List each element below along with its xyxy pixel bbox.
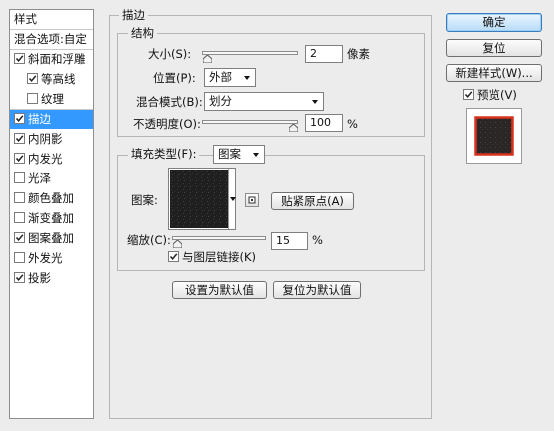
size-unit: 像素: [347, 47, 370, 61]
checkbox-icon[interactable]: [14, 192, 25, 204]
sidebar-item-label: 描边: [28, 111, 51, 126]
sidebar-item[interactable]: 颜色叠加: [10, 189, 93, 208]
preview-checkbox[interactable]: 预览(V): [463, 88, 517, 102]
reset-button[interactable]: 复位: [446, 39, 542, 57]
sidebar-item-label: 图案叠加: [28, 231, 74, 246]
checkbox-icon[interactable]: [14, 53, 25, 64]
sidebar-item-label: 外发光: [28, 251, 63, 265]
checkbox-icon: [168, 251, 179, 262]
blend-mode-select[interactable]: 划分: [204, 92, 324, 111]
position-select[interactable]: 外部: [204, 68, 256, 87]
opacity-label: 不透明度(O):: [133, 117, 201, 131]
make-default-button[interactable]: 设置为默认值: [172, 281, 267, 299]
checkbox-icon[interactable]: [14, 132, 25, 144]
link-with-layer-label: 与图层链接(K): [182, 250, 257, 264]
sidebar-item[interactable]: 光泽: [10, 169, 93, 188]
checkbox-icon[interactable]: [14, 212, 25, 224]
sidebar-item-label: 渐变叠加: [28, 211, 74, 226]
styles-header[interactable]: 样式: [10, 10, 93, 29]
size-slider-track[interactable]: [202, 51, 298, 55]
chevron-down-icon: [253, 153, 259, 157]
blending-options-item[interactable]: 混合选项:自定: [10, 30, 93, 49]
preview-label: 预览(V): [477, 88, 517, 102]
styles-panel: 样式 混合选项:自定 斜面和浮雕等高线纹理描边内阴影内发光光泽颜色叠加渐变叠加图…: [9, 9, 94, 419]
sidebar-item-label: 颜色叠加: [28, 191, 74, 206]
scale-slider-thumb[interactable]: [173, 240, 183, 248]
checkbox-icon[interactable]: [27, 92, 38, 104]
sidebar-item[interactable]: 描边: [10, 109, 93, 129]
blend-mode-label: 混合模式(B):: [136, 95, 203, 109]
new-preset-button[interactable]: [245, 193, 259, 207]
ok-button[interactable]: 确定: [446, 13, 542, 32]
new-style-button[interactable]: 新建样式(W)...: [446, 64, 542, 82]
checkbox-icon: [463, 89, 474, 100]
sidebar-item-label: 斜面和浮雕: [28, 52, 86, 66]
stroke-title: 描边: [119, 8, 148, 22]
scale-label: 缩放(C):: [127, 233, 171, 247]
blend-mode-value: 划分: [209, 94, 232, 108]
divider: [228, 169, 229, 229]
scale-input[interactable]: 15: [271, 232, 308, 250]
checkbox-icon[interactable]: [14, 152, 25, 164]
sidebar-item-label: 纹理: [41, 91, 64, 106]
sidebar-item[interactable]: 纹理: [10, 90, 93, 109]
fill-type-select[interactable]: 图案: [213, 145, 265, 164]
sidebar-item-label: 等高线: [41, 71, 76, 86]
position-label: 位置(P):: [153, 71, 196, 85]
opacity-slider-track[interactable]: [202, 120, 298, 124]
opacity-unit: %: [347, 117, 358, 131]
opacity-slider-thumb[interactable]: [289, 124, 298, 132]
position-value: 外部: [209, 70, 232, 84]
sidebar-item[interactable]: 内阴影: [10, 130, 93, 149]
chevron-down-icon: [244, 76, 250, 80]
chevron-down-icon: [312, 100, 318, 104]
sidebar-item[interactable]: 投影: [10, 269, 93, 288]
scale-unit: %: [312, 233, 323, 247]
checkbox-icon[interactable]: [14, 112, 25, 124]
fill-type-label: 填充类型(F):: [128, 147, 200, 161]
snap-to-origin-button[interactable]: 贴紧原点(A): [271, 192, 354, 210]
pattern-picker[interactable]: [168, 168, 236, 230]
scale-slider-track[interactable]: [172, 236, 266, 240]
sidebar-item-label: 光泽: [28, 171, 51, 186]
reset-default-button[interactable]: 复位为默认值: [273, 281, 361, 299]
sidebar-item-label: 投影: [28, 270, 51, 285]
size-label: 大小(S):: [148, 47, 192, 61]
sidebar-item[interactable]: 图案叠加: [10, 229, 93, 248]
sidebar-item-label: 内阴影: [28, 131, 63, 146]
checkbox-icon[interactable]: [14, 172, 25, 184]
fill-type-value: 图案: [218, 147, 241, 161]
pattern-label: 图案:: [131, 193, 158, 207]
structure-title: 结构: [128, 26, 157, 40]
sidebar-item[interactable]: 内发光: [10, 150, 93, 169]
sidebar-item-label: 内发光: [28, 151, 63, 166]
opacity-input[interactable]: 100: [305, 114, 343, 132]
sidebar-item[interactable]: 斜面和浮雕: [10, 50, 93, 69]
sidebar-item[interactable]: 等高线: [10, 70, 93, 89]
checkbox-icon[interactable]: [14, 252, 25, 263]
size-slider-thumb[interactable]: [202, 55, 212, 63]
pattern-swatch: [170, 170, 228, 228]
checkbox-icon[interactable]: [27, 72, 38, 84]
checkbox-icon[interactable]: [14, 271, 25, 283]
sidebar-item[interactable]: 渐变叠加: [10, 209, 93, 228]
chevron-down-icon[interactable]: [230, 197, 236, 201]
sidebar-item[interactable]: 外发光: [10, 249, 93, 268]
fill-group: [117, 155, 425, 271]
link-with-layer-checkbox[interactable]: 与图层链接(K): [168, 250, 256, 264]
size-input[interactable]: 2: [305, 45, 343, 63]
style-preview-thumbnail: [466, 108, 522, 164]
preview-swatch: [474, 116, 514, 156]
new-page-icon: [248, 196, 256, 204]
checkbox-icon[interactable]: [14, 232, 25, 244]
